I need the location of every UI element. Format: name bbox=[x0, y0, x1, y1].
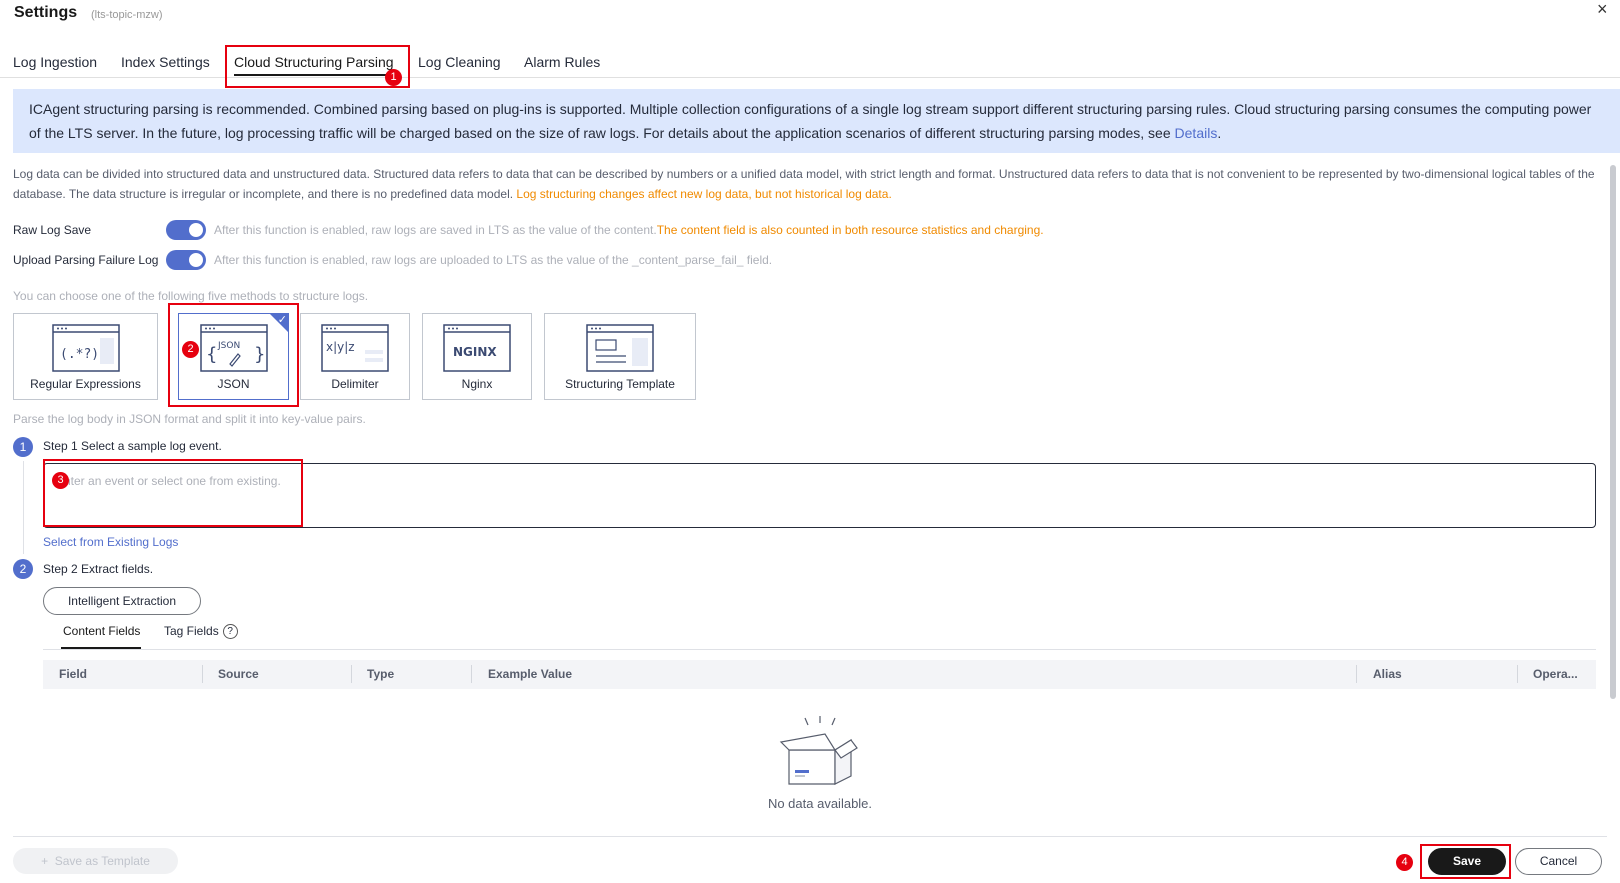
info-banner-text: ICAgent structuring parsing is recommend… bbox=[29, 101, 1592, 141]
sample-log-placeholder: Enter an event or select one from existi… bbox=[56, 474, 281, 488]
fields-table-header: Field Source Type Example Value Alias Op… bbox=[43, 660, 1596, 689]
methods-intro: You can choose one of the following five… bbox=[13, 289, 369, 303]
log-stream-name: (lts-topic-mzw) bbox=[91, 9, 163, 21]
template-icon bbox=[586, 324, 654, 372]
step-1-indicator: 1 bbox=[13, 437, 33, 457]
col-type: Type bbox=[367, 667, 395, 681]
dialog-title: Settings bbox=[14, 4, 78, 21]
tag-fields-label: Tag Fields bbox=[164, 624, 219, 638]
help-icon[interactable]: ? bbox=[222, 624, 238, 640]
method-regular-expressions[interactable]: (.*?) Regular Expressions bbox=[13, 313, 158, 400]
method-label-template: Structuring Template bbox=[565, 377, 675, 391]
info-banner-tail: . bbox=[1217, 125, 1222, 141]
step-1-title: Step 1 Select a sample log event. bbox=[43, 439, 222, 453]
empty-box-icon bbox=[779, 716, 858, 785]
upload-failure-hint: After this function is enabled, raw logs… bbox=[214, 253, 773, 267]
settings-tabs: Log Ingestion Index Settings Cloud Struc… bbox=[0, 44, 1620, 78]
tab-content-fields[interactable]: Content Fields bbox=[63, 624, 140, 638]
method-selected-description: Parse the log body in JSON format and sp… bbox=[13, 412, 366, 426]
svg-text:NGINX: NGINX bbox=[453, 345, 497, 359]
raw-log-save-hint-text: After this function is enabled, raw logs… bbox=[214, 223, 657, 237]
annotation-badge-4: 4 bbox=[1396, 854, 1413, 871]
method-json[interactable]: { } JSON JSON ✓ bbox=[178, 313, 289, 400]
raw-log-save-toggle[interactable] bbox=[166, 220, 206, 240]
col-separator bbox=[351, 665, 352, 683]
active-tab-underline bbox=[234, 74, 392, 76]
step-2-indicator: 2 bbox=[13, 559, 33, 579]
description-warning: Log structuring changes affect new log d… bbox=[516, 187, 892, 201]
col-operation: Opera... bbox=[1533, 667, 1578, 681]
step-connector bbox=[23, 461, 24, 554]
tab-log-ingestion[interactable]: Log Ingestion bbox=[13, 54, 97, 70]
check-icon: ✓ bbox=[277, 314, 287, 326]
cancel-button[interactable]: Cancel bbox=[1515, 848, 1602, 875]
col-separator bbox=[1356, 665, 1357, 683]
intelligent-extraction-button[interactable]: Intelligent Extraction bbox=[43, 587, 201, 615]
col-alias: Alias bbox=[1373, 667, 1402, 681]
col-field: Field bbox=[59, 667, 88, 681]
tab-alarm-rules[interactable]: Alarm Rules bbox=[524, 54, 600, 70]
tab-cloud-structuring-parsing[interactable]: Cloud Structuring Parsing bbox=[234, 54, 394, 70]
nginx-icon: NGINX bbox=[443, 324, 511, 372]
method-structuring-template[interactable]: Structuring Template bbox=[544, 313, 696, 400]
active-subtab-underline bbox=[61, 647, 141, 649]
field-subtabs: Content Fields Tag Fields? bbox=[43, 614, 1596, 650]
method-nginx[interactable]: NGINX Nginx bbox=[422, 313, 532, 400]
save-as-template-label: Save as Template bbox=[54, 854, 150, 868]
raw-log-save-hint: After this function is enabled, raw logs… bbox=[214, 223, 1044, 237]
method-label-delimiter: Delimiter bbox=[331, 377, 379, 391]
method-label-nginx: Nginx bbox=[461, 377, 493, 391]
col-separator bbox=[471, 665, 472, 683]
select-existing-logs-link[interactable]: Select from Existing Logs bbox=[43, 535, 178, 549]
upload-failure-toggle[interactable] bbox=[166, 250, 206, 270]
delimiter-icon: x|y|z bbox=[321, 324, 389, 372]
svg-text:JSON: JSON bbox=[217, 341, 240, 351]
details-link[interactable]: Details bbox=[1175, 125, 1218, 141]
col-separator bbox=[202, 665, 203, 683]
raw-log-save-label: Raw Log Save bbox=[13, 223, 92, 237]
upload-failure-label: Upload Parsing Failure Log bbox=[13, 253, 159, 267]
sample-log-textarea[interactable]: Enter an event or select one from existi… bbox=[43, 463, 1596, 528]
svg-text:{: { bbox=[206, 344, 217, 365]
col-example-value: Example Value bbox=[488, 667, 573, 681]
raw-log-save-warning: The content field is also counted in bot… bbox=[656, 223, 1044, 237]
structuring-description: Log data can be divided into structured … bbox=[13, 164, 1608, 204]
json-icon: { } JSON bbox=[199, 324, 268, 372]
svg-text:x|y|z: x|y|z bbox=[326, 340, 355, 354]
empty-state-text: No data available. bbox=[767, 796, 873, 811]
tab-index-settings[interactable]: Index Settings bbox=[121, 54, 210, 70]
method-label-regex: Regular Expressions bbox=[30, 377, 141, 391]
method-label-json: JSON bbox=[217, 377, 250, 391]
info-banner: ICAgent structuring parsing is recommend… bbox=[13, 89, 1620, 153]
method-delimiter[interactable]: x|y|z Delimiter bbox=[300, 313, 410, 400]
regex-icon: (.*?) bbox=[51, 324, 120, 372]
plus-icon: + bbox=[41, 854, 55, 868]
svg-text:}: } bbox=[254, 344, 265, 365]
footer-divider bbox=[13, 836, 1607, 837]
save-as-template-button[interactable]: + Save as Template bbox=[13, 848, 178, 874]
col-separator bbox=[1517, 665, 1518, 683]
svg-text:(.*?): (.*?) bbox=[60, 347, 99, 362]
step-2-title: Step 2 Extract fields. bbox=[43, 562, 154, 576]
close-icon[interactable]: × bbox=[1597, 0, 1608, 18]
col-source: Source bbox=[218, 667, 259, 681]
save-button[interactable]: Save bbox=[1428, 848, 1506, 875]
scrollbar[interactable] bbox=[1610, 165, 1616, 699]
tab-log-cleaning[interactable]: Log Cleaning bbox=[418, 54, 501, 70]
tab-tag-fields[interactable]: Tag Fields? bbox=[164, 624, 238, 640]
